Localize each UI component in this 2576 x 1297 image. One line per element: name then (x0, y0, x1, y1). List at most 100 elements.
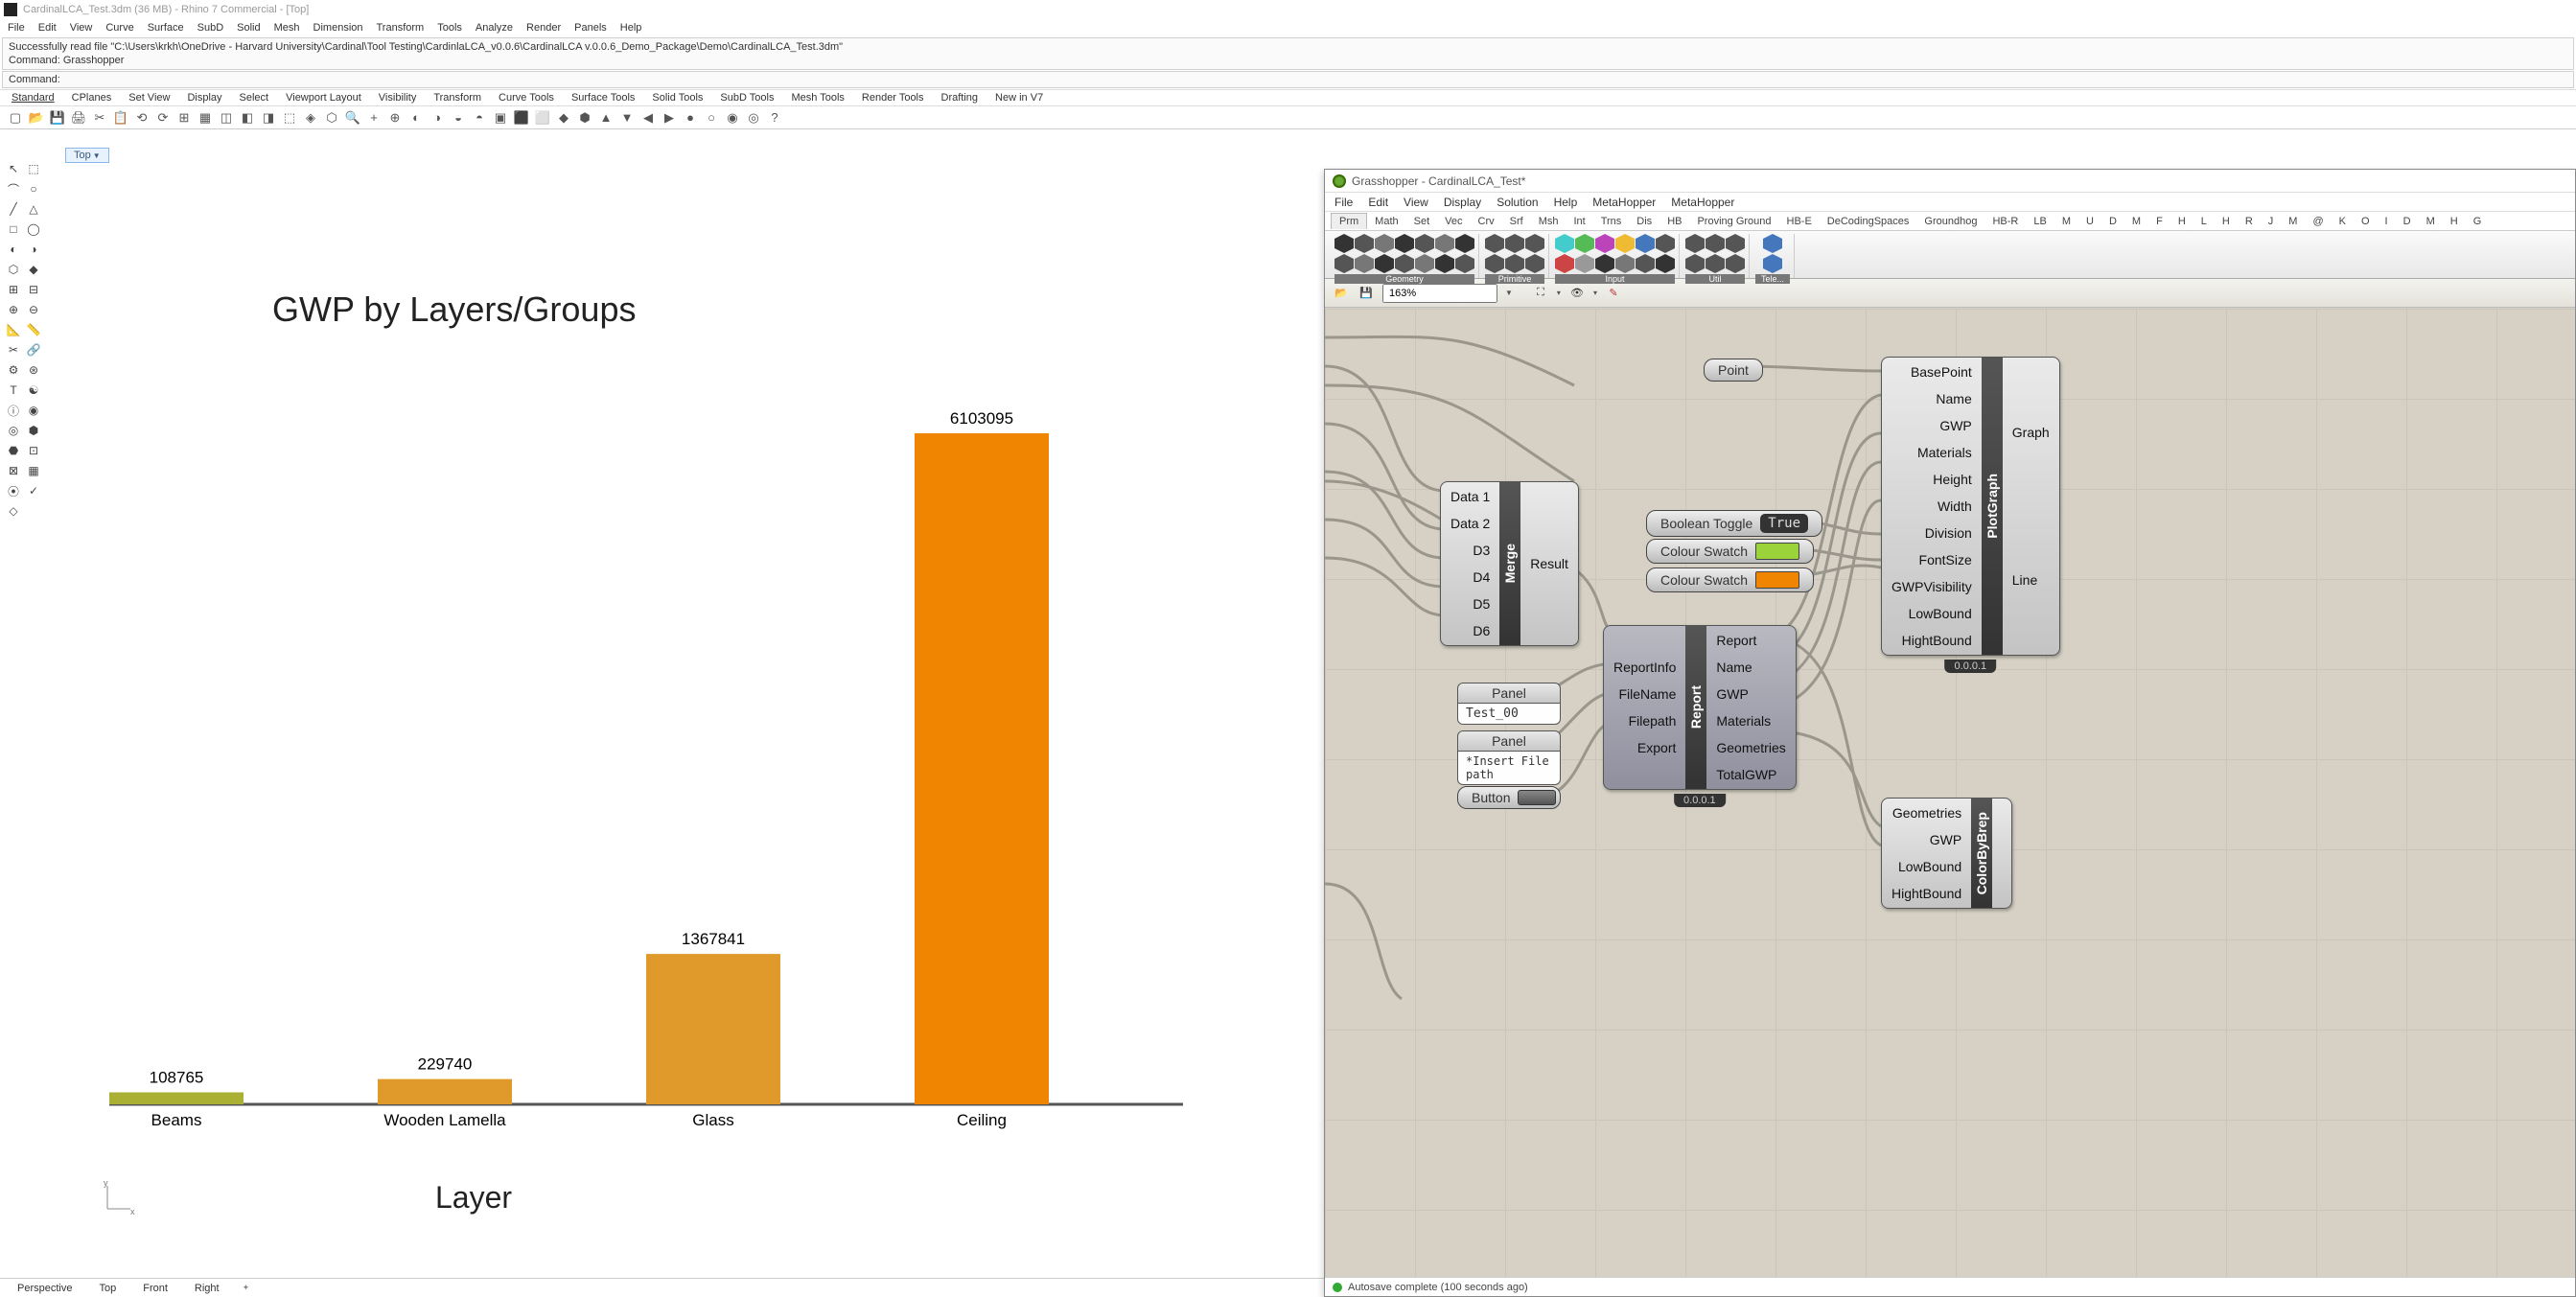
gh-menu-item[interactable]: File (1334, 196, 1353, 209)
gh-menubar[interactable]: FileEditViewDisplaySolutionHelpMetaHoppe… (1325, 193, 2575, 212)
gh-tab[interactable]: @ (2305, 214, 2331, 229)
toolbar-icon[interactable]: ⬢ (575, 108, 594, 127)
gh-tab[interactable]: HB (1659, 214, 1689, 229)
port[interactable]: GWP (1891, 829, 1961, 850)
gh-component-icon[interactable] (1575, 254, 1594, 273)
gh-tab[interactable]: U (2078, 214, 2101, 229)
tool-icon[interactable]: ↖ (4, 159, 23, 178)
tool-icon[interactable]: ╱ (4, 199, 23, 219)
toolbar-icon[interactable]: ▢ (6, 108, 25, 127)
gh-tab[interactable]: Srf (1502, 214, 1531, 229)
gh-tab[interactable]: LB (2026, 214, 2054, 229)
menu-curve[interactable]: Curve (105, 22, 133, 34)
gh-colorbybrep-component[interactable]: GeometriesGWPLowBoundHightBound ColorByB… (1881, 798, 2012, 909)
gh-component-icon[interactable] (1706, 234, 1725, 253)
port[interactable]: Width (1891, 496, 1972, 517)
toolbar-icon[interactable]: ○ (702, 108, 721, 127)
gh-titlebar[interactable]: Grasshopper - CardinalLCA_Test* (1325, 170, 2575, 193)
gh-ribbon[interactable]: GeometryPrimitiveInputUtilTele... (1325, 231, 2575, 279)
port[interactable]: GWP (1716, 683, 1785, 705)
port[interactable]: Data 2 (1450, 513, 1490, 534)
port[interactable]: TotalGWP (1716, 764, 1785, 785)
gh-component-icon[interactable] (1555, 234, 1574, 253)
sketch-icon[interactable]: ✎ (1605, 285, 1622, 302)
gh-component-icon[interactable] (1615, 234, 1635, 253)
toolbar-tab[interactable]: SubD Tools (720, 92, 774, 104)
port[interactable]: D4 (1450, 567, 1490, 588)
tool-icon[interactable]: ✂ (4, 340, 23, 359)
menu-panels[interactable]: Panels (574, 22, 607, 34)
toolbar-icon[interactable]: ⬛ (512, 108, 531, 127)
toolbar-icon[interactable]: + (364, 108, 383, 127)
gh-component-icon[interactable] (1455, 234, 1474, 253)
tool-icon[interactable]: 🔗 (24, 340, 43, 359)
gh-component-icon[interactable] (1415, 234, 1434, 253)
toolbar-icon[interactable]: ◑ (428, 108, 447, 127)
gh-tab[interactable]: Crv (1471, 214, 1502, 229)
toolbar-tab[interactable]: CPlanes (72, 92, 112, 104)
gh-plotgraph-component[interactable]: BasePointNameGWPMaterialsHeightWidthDivi… (1881, 357, 2060, 656)
toolbar-icon[interactable]: ? (765, 108, 784, 127)
gh-tab[interactable]: M (2124, 214, 2148, 229)
toolbar-tab[interactable]: Transform (433, 92, 481, 104)
gh-tab[interactable]: M (2054, 214, 2078, 229)
toolbar-icon[interactable]: 💾 (48, 108, 67, 127)
toolbar-icon[interactable]: ◀ (638, 108, 658, 127)
gh-tab[interactable]: J (2261, 214, 2282, 229)
menu-transform[interactable]: Transform (377, 22, 425, 34)
gh-button[interactable]: Button (1457, 786, 1561, 809)
toolbar-icon[interactable]: ◒ (449, 108, 468, 127)
toolbar-icon[interactable]: 🔍 (343, 108, 362, 127)
tool-icon[interactable]: ⬢ (24, 421, 43, 440)
tool-icon[interactable]: 📏 (24, 320, 43, 339)
tool-icon[interactable]: ⬚ (24, 159, 43, 178)
gh-component-icon[interactable] (1334, 234, 1354, 253)
toolbar-icon[interactable]: ◧ (238, 108, 257, 127)
port[interactable]: HightBound (1891, 883, 1961, 904)
gh-component-icon[interactable] (1455, 254, 1474, 273)
toolbar-tab[interactable]: Display (187, 92, 221, 104)
gh-component-icon[interactable] (1555, 254, 1574, 273)
port[interactable]: Materials (1716, 710, 1785, 731)
toolbar-icon[interactable]: ⬚ (280, 108, 299, 127)
tool-icon[interactable]: □ (4, 220, 23, 239)
tool-icon[interactable]: ⓘ (4, 401, 23, 420)
tool-icon[interactable]: ⚙ (4, 360, 23, 380)
tool-icon[interactable]: ◇ (4, 501, 23, 521)
gh-component-icon[interactable] (1485, 254, 1504, 273)
gh-component-icon[interactable] (1656, 234, 1675, 253)
gh-component-icon[interactable] (1685, 234, 1705, 253)
tool-icon[interactable]: ⊟ (24, 280, 43, 299)
gh-component-icon[interactable] (1763, 234, 1782, 253)
preview-icon[interactable]: 👁 (1568, 285, 1586, 302)
tool-icon[interactable]: ◆ (24, 260, 43, 279)
gh-component-icon[interactable] (1575, 234, 1594, 253)
chevron-down-icon[interactable]: ▼ (93, 151, 101, 160)
gh-tab[interactable]: D (2101, 214, 2124, 229)
toolbar-icon[interactable]: ✂ (90, 108, 109, 127)
menu-file[interactable]: File (8, 22, 25, 34)
tool-icon[interactable]: ⌒ (4, 179, 23, 198)
port[interactable]: Graph (2012, 422, 2050, 443)
tool-icon[interactable]: ▦ (24, 461, 43, 480)
toolbar-icon[interactable]: ◓ (470, 108, 489, 127)
gh-component-icon[interactable] (1395, 234, 1414, 253)
gh-tab[interactable]: Dis (1629, 214, 1659, 229)
port[interactable]: Division (1891, 522, 1972, 544)
viewport-tab[interactable]: Perspective (10, 1281, 80, 1296)
toolbar-icon[interactable]: ⬜ (533, 108, 552, 127)
menu-dimension[interactable]: Dimension (313, 22, 363, 34)
gh-canvas[interactable]: Point Data 1Data 2D3D4D5D6 Merge Result … (1325, 309, 2575, 1277)
toolbar-icon[interactable]: ◨ (259, 108, 278, 127)
swatch-color-2[interactable] (1755, 571, 1799, 589)
gh-component-icon[interactable] (1706, 254, 1725, 273)
standard-toolbar[interactable]: ▢📂💾🖨✂📋⟲⟳⊞▦◫◧◨⬚◈⬡🔍+⊕◐◑◒◓▣⬛⬜◆⬢▲▼◀▶●○◉◎? (0, 106, 2576, 129)
port[interactable]: Materials (1891, 442, 1972, 463)
left-toolbar[interactable]: ↖⬚⌒○╱△□◯◐◑⬡◆⊞⊟⊕⊖📐📏✂🔗⚙⊛T☯ⓘ◉◎⬢⬣⊡⊠▦⦿✓◇ (2, 157, 46, 522)
toolbar-icon[interactable]: 📋 (111, 108, 130, 127)
gh-component-icon[interactable] (1485, 234, 1504, 253)
tool-icon[interactable]: ✓ (24, 481, 43, 500)
menu-surface[interactable]: Surface (148, 22, 184, 34)
port[interactable]: FileName (1613, 683, 1676, 705)
tool-icon[interactable]: ⬡ (4, 260, 23, 279)
